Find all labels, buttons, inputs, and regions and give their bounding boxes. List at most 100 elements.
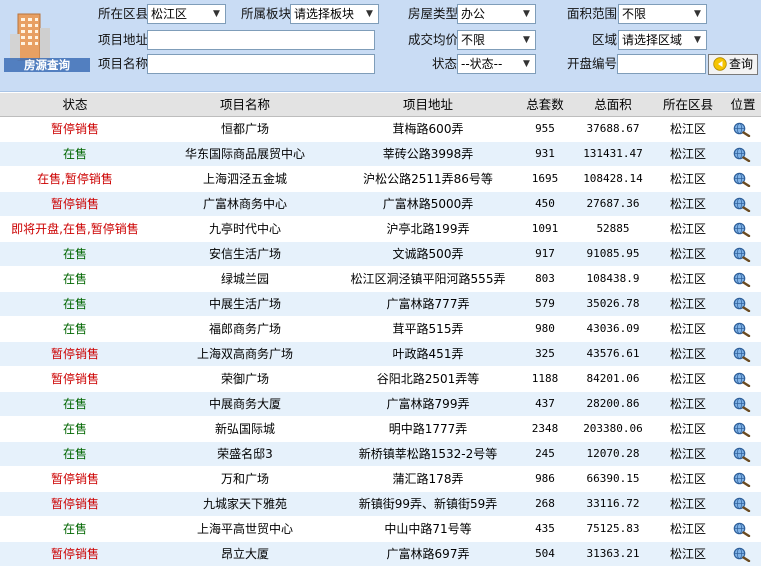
magnifier-globe-icon[interactable] [732, 497, 752, 512]
district-cell: 松江区 [669, 122, 706, 136]
table-row[interactable]: 暂停销售 恒都广场 茸梅路600弄 955 37688.67 松江区 [0, 117, 761, 142]
table-row[interactable]: 暂停销售 万和广场 蒲汇路178弄 986 66390.15 松江区 [0, 467, 761, 492]
table-row[interactable]: 在售 绿城兰园 松江区洞泾镇平阳河路555弄 803 108438.9 松江区 [0, 267, 761, 292]
table-row[interactable]: 暂停销售 昂立大厦 广富林路697弄 504 31363.21 松江区 [0, 542, 761, 567]
project-name-link[interactable]: 中展商务大厦 [150, 392, 340, 416]
status-cell: 在售 [62, 272, 87, 286]
area-range-select[interactable]: 不限 ▼ [618, 4, 707, 24]
total-area-cell: 31363.21 [586, 547, 640, 560]
project-name-link[interactable]: 中展生活广场 [150, 292, 340, 316]
project-name-link[interactable]: 新弘国际城 [150, 417, 340, 441]
magnifier-globe-icon[interactable] [732, 272, 752, 287]
table-row[interactable]: 暂停销售 上海双高商务广场 叶政路451弄 325 43576.61 松江区 [0, 342, 761, 367]
table-row[interactable]: 在售 中展商务大厦 广富林路799弄 437 28200.86 松江区 [0, 392, 761, 417]
project-name-label: 项目名称 [98, 56, 149, 71]
query-button[interactable]: 查询 [708, 54, 758, 75]
table-row[interactable]: 在售 安信生活广场 文诚路500弄 917 91085.95 松江区 [0, 242, 761, 267]
project-name-link[interactable]: 九亭时代中心 [150, 217, 340, 241]
project-name-link[interactable]: 安信生活广场 [150, 242, 340, 266]
avg-price-select[interactable]: 不限 ▼ [457, 30, 536, 50]
region-label: 区域 [592, 32, 618, 47]
total-units-cell: 1188 [531, 372, 559, 385]
status-cell: 暂停销售 [50, 372, 99, 386]
block-select[interactable]: 请选择板块 ▼ [290, 4, 379, 24]
search-panel: 房源查询 所在区县 松江区 ▼ 所属板块 请选择板块 ▼ 房屋类型 办公 ▼ 面… [0, 0, 761, 92]
magnifier-globe-icon[interactable] [732, 547, 752, 562]
house-type-select[interactable]: 办公 ▼ [457, 4, 536, 24]
chevron-down-icon: ▼ [519, 56, 534, 72]
table-row[interactable]: 在售 华东国际商品展贸中心 莘砖公路3998弄 931 131431.47 松江区 [0, 142, 761, 167]
district-select-value: 松江区 [151, 7, 188, 21]
project-name-link[interactable]: 福郎商务广场 [150, 317, 340, 341]
project-address-input[interactable] [147, 30, 375, 50]
table-row[interactable]: 暂停销售 荣御广场 谷阳北路2501弄等 1188 84201.06 松江区 [0, 367, 761, 392]
magnifier-globe-icon[interactable] [732, 297, 752, 312]
district-cell: 松江区 [669, 447, 706, 461]
magnifier-globe-icon[interactable] [732, 147, 752, 162]
table-row[interactable]: 即将开盘,在售,暂停销售 九亭时代中心 沪亭北路199弄 1091 52885 松江区 [0, 217, 761, 242]
district-select[interactable]: 松江区 ▼ [147, 4, 226, 24]
status-select[interactable]: --状态-- ▼ [457, 54, 536, 74]
project-name-link[interactable]: 九城家天下雅苑 [150, 492, 340, 516]
magnifier-globe-icon[interactable] [732, 322, 752, 337]
project-address-cell: 广富林路5000弄 [382, 197, 474, 211]
district-cell: 松江区 [669, 497, 706, 511]
magnifier-globe-icon[interactable] [732, 197, 752, 212]
total-units-cell: 504 [535, 547, 555, 560]
opening-no-input[interactable] [617, 54, 706, 74]
table-row[interactable]: 在售 新弘国际城 明中路1777弄 2348 203380.06 松江区 [0, 417, 761, 442]
house-type-select-value: 办公 [461, 7, 486, 21]
project-address-cell: 广富林路777弄 [386, 297, 470, 311]
table-row[interactable]: 暂停销售 九城家天下雅苑 新镇街99弄、新镇街59弄 268 33116.72 松江区 [0, 492, 761, 517]
project-name-link[interactable]: 万和广场 [150, 467, 340, 491]
district-cell: 松江区 [669, 197, 706, 211]
project-address-label: 项目地址 [98, 32, 149, 47]
district-cell: 松江区 [669, 172, 706, 186]
total-area-cell: 131431.47 [583, 147, 643, 160]
project-address-cell: 蒲汇路178弄 [392, 472, 464, 486]
table-row[interactable]: 在售,暂停销售 上海泗泾五金城 沪松公路2511弄86号等 1695 108428.14… [0, 167, 761, 192]
project-name-link[interactable]: 广富林商务中心 [150, 192, 340, 216]
project-address-cell: 叶政路451弄 [392, 347, 464, 361]
magnifier-globe-icon[interactable] [732, 222, 752, 237]
region-select[interactable]: 请选择区域 ▼ [618, 30, 707, 50]
total-units-cell: 435 [535, 522, 555, 535]
project-address-cell: 莘砖公路3998弄 [382, 147, 474, 161]
project-name-link[interactable]: 荣御广场 [150, 367, 340, 391]
table-row[interactable]: 在售 福郎商务广场 茸平路515弄 980 43036.09 松江区 [0, 317, 761, 342]
table-row[interactable]: 暂停销售 广富林商务中心 广富林路5000弄 450 27687.36 松江区 [0, 192, 761, 217]
project-name-link[interactable]: 昂立大厦 [150, 542, 340, 566]
project-name-link[interactable]: 上海泗泾五金城 [150, 167, 340, 191]
total-units-cell: 579 [535, 297, 555, 310]
status-cell: 暂停销售 [50, 547, 99, 561]
total-units-cell: 1695 [531, 172, 559, 185]
project-name-link[interactable]: 上海平高世贸中心 [150, 517, 340, 541]
magnifier-globe-icon[interactable] [732, 447, 752, 462]
block-label: 所属板块 [241, 6, 292, 21]
chevron-down-icon: ▼ [690, 32, 705, 48]
magnifier-globe-icon[interactable] [732, 522, 752, 537]
magnifier-globe-icon[interactable] [732, 472, 752, 487]
project-name-link[interactable]: 华东国际商品展贸中心 [150, 142, 340, 166]
results-table-header: 状态 项目名称 项目地址 总套数 总面积 所在区县 位置 [0, 93, 761, 117]
magnifier-globe-icon[interactable] [732, 122, 752, 137]
chevron-down-icon: ▼ [519, 6, 534, 22]
project-name-link[interactable]: 绿城兰园 [150, 267, 340, 291]
table-row[interactable]: 在售 中展生活广场 广富林路777弄 579 35026.78 松江区 [0, 292, 761, 317]
magnifier-globe-icon[interactable] [732, 347, 752, 362]
total-units-cell: 955 [535, 122, 555, 135]
project-name-link[interactable]: 上海双高商务广场 [150, 342, 340, 366]
chevron-down-icon: ▼ [209, 6, 224, 22]
magnifier-globe-icon[interactable] [732, 172, 752, 187]
table-row[interactable]: 在售 上海平高世贸中心 中山中路71号等 435 75125.83 松江区 [0, 517, 761, 542]
magnifier-globe-icon[interactable] [732, 422, 752, 437]
project-address-cell: 茸梅路600弄 [392, 122, 464, 136]
magnifier-globe-icon[interactable] [732, 397, 752, 412]
total-area-cell: 66390.15 [586, 472, 640, 485]
project-name-input[interactable] [147, 54, 375, 74]
project-name-link[interactable]: 荣盛名邸3 [150, 442, 340, 466]
table-row[interactable]: 在售 荣盛名邸3 新桥镇莘松路1532-2号等 245 12070.28 松江区 [0, 442, 761, 467]
magnifier-globe-icon[interactable] [732, 247, 752, 262]
project-name-link[interactable]: 恒都广场 [150, 117, 340, 141]
magnifier-globe-icon[interactable] [732, 372, 752, 387]
